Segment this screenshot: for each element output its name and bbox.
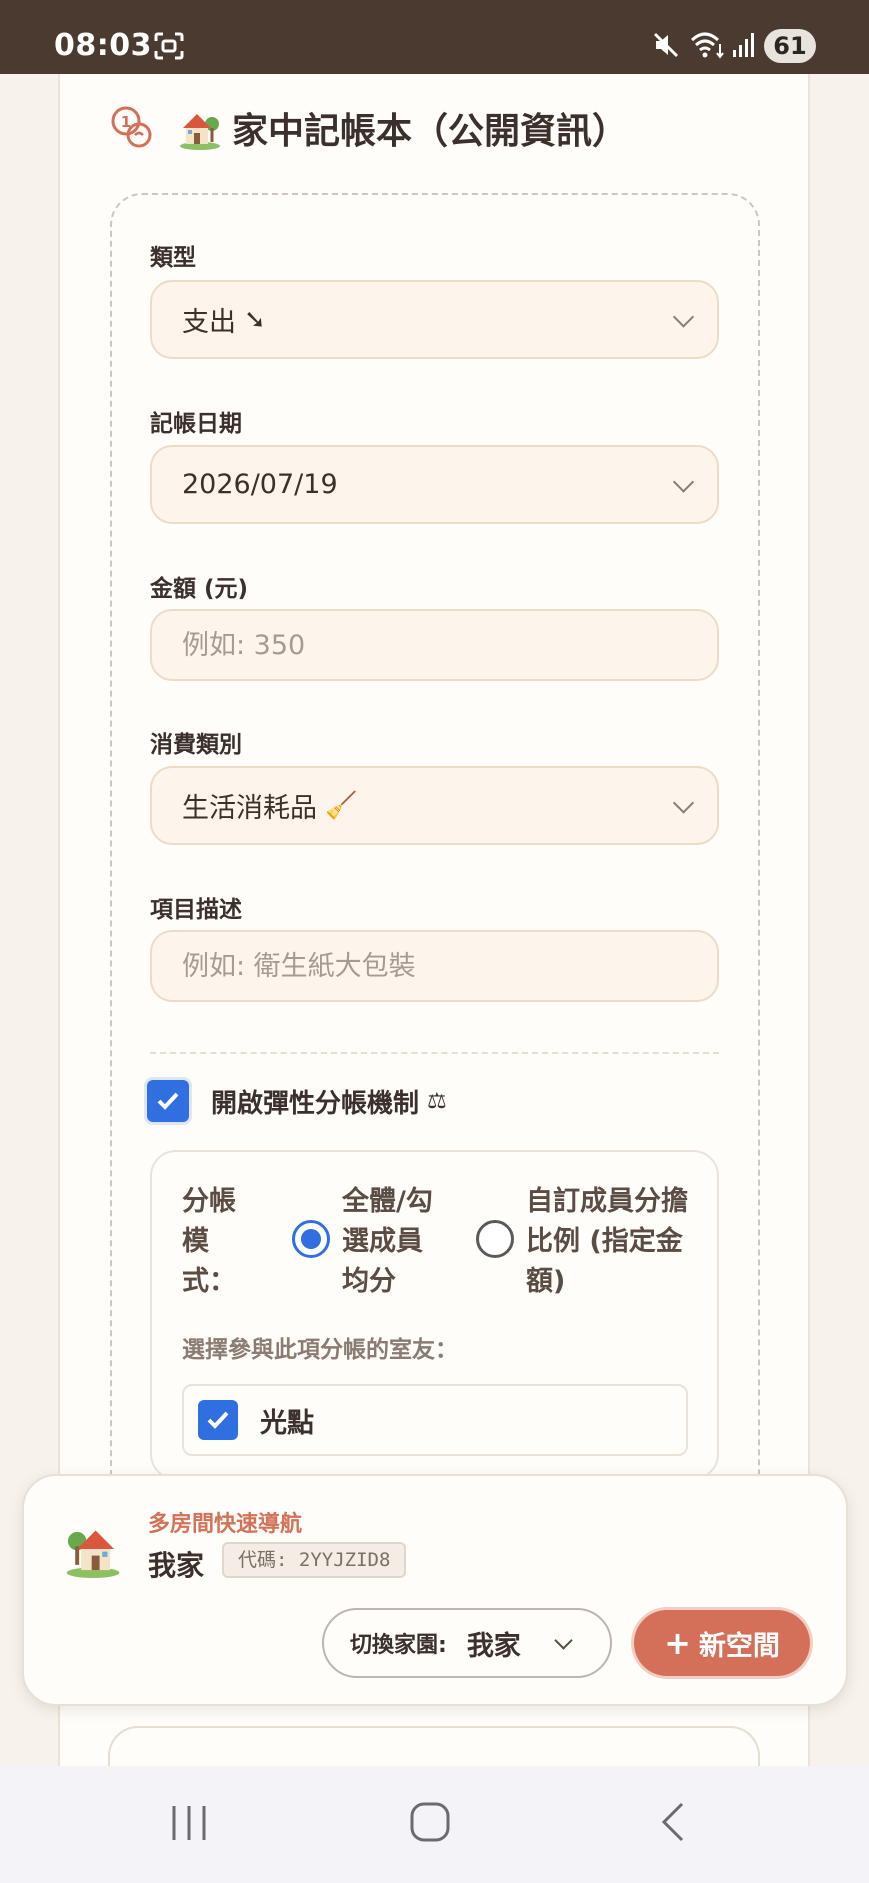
current-home-name: 我家 — [148, 1549, 205, 1582]
split-checkbox[interactable] — [147, 1080, 189, 1122]
member-checkbox[interactable] — [198, 1400, 238, 1440]
system-nav-bar — [0, 1766, 869, 1883]
room-nav-title: 多房間快速導航 — [148, 1512, 303, 1537]
check-icon — [157, 1092, 179, 1110]
battery-indicator: 61 — [764, 29, 816, 63]
wifi-icon — [690, 32, 724, 59]
participants-label: 選擇參與此項分帳的室友： — [182, 1337, 458, 1363]
broom-emoji: 🧹 — [325, 790, 358, 821]
split-toggle-label: 開啟彈性分帳機制 — [211, 1088, 420, 1119]
switch-home-select[interactable]: 切換家園: 我家 — [322, 1608, 612, 1678]
signal-icon — [733, 33, 754, 57]
type-value: 支出 — [182, 307, 236, 338]
description-field[interactable] — [150, 930, 719, 1002]
new-space-button[interactable]: + 新空間 — [634, 1610, 810, 1676]
back-icon[interactable] — [656, 1800, 690, 1844]
split-toggle[interactable]: 開啟彈性分帳機制 ⚖ — [147, 1080, 447, 1122]
category-value: 生活消耗品 — [182, 793, 317, 824]
split-panel: 分帳模式： 全體/勾選成員均分 自訂成員分擔比例 (指定金額) 選擇參與此項分帳… — [150, 1150, 719, 1480]
custom-split-label[interactable]: 自訂成員分擔比例 (指定金額) — [526, 1182, 696, 1302]
down-arrow-emoji: ➘ — [244, 304, 266, 335]
type-label: 類型 — [150, 245, 196, 271]
new-space-label: 新空間 — [698, 1630, 780, 1662]
date-label: 記帳日期 — [150, 411, 242, 437]
category-label: 消費類別 — [150, 732, 242, 758]
form-divider — [150, 1052, 719, 1054]
home-icon[interactable] — [409, 1800, 451, 1844]
split-mode-label: 分帳模式： — [182, 1186, 236, 1297]
room-code-badge: 代碼: 2YYJZID8 — [222, 1542, 407, 1578]
switch-home-label: 切換家園: — [350, 1633, 447, 1658]
recent-apps-icon[interactable] — [168, 1802, 210, 1844]
check-icon — [207, 1411, 229, 1429]
screenshot-icon — [154, 32, 184, 60]
member-row[interactable]: 光點 — [182, 1384, 688, 1456]
description-label: 項目描述 — [150, 897, 242, 923]
amount-field[interactable] — [150, 609, 719, 681]
chevron-down-icon — [554, 1631, 573, 1650]
room-nav-card: 多房間快速導航 我家 代碼: 2YYJZID8 切換家園: 我家 + 新空間 — [22, 1474, 848, 1706]
page-title: 家中記帳本（公開資訊） — [232, 110, 629, 152]
status-time: 08:03 — [54, 28, 152, 63]
app-header: 1 家中記帳本（公開資訊） — [108, 100, 628, 156]
status-bar: 08:03 61 — [0, 0, 869, 74]
coins-icon: 1 — [111, 106, 152, 148]
switch-home-value: 我家 — [466, 1630, 521, 1662]
amount-label: 金額 (元) — [150, 576, 249, 602]
plus-icon: + — [664, 1624, 691, 1662]
mute-icon — [653, 32, 679, 58]
category-select[interactable]: 生活消耗品 🧹 — [150, 766, 719, 845]
amount-input[interactable] — [182, 629, 717, 661]
scale-emoji: ⚖ — [427, 1088, 447, 1114]
radio-equal-split[interactable] — [292, 1220, 330, 1258]
description-input[interactable] — [182, 950, 717, 982]
member-name: 光點 — [260, 1407, 314, 1439]
house-icon — [180, 114, 220, 150]
equal-split-label[interactable]: 全體/勾選成員均分 — [342, 1182, 442, 1302]
type-select[interactable]: 支出 ➘ — [150, 280, 719, 359]
house-icon — [66, 1530, 120, 1578]
date-value: 2026/07/19 — [182, 469, 338, 500]
radio-custom-split[interactable] — [476, 1220, 514, 1258]
date-select[interactable]: 2026/07/19 — [150, 445, 719, 524]
